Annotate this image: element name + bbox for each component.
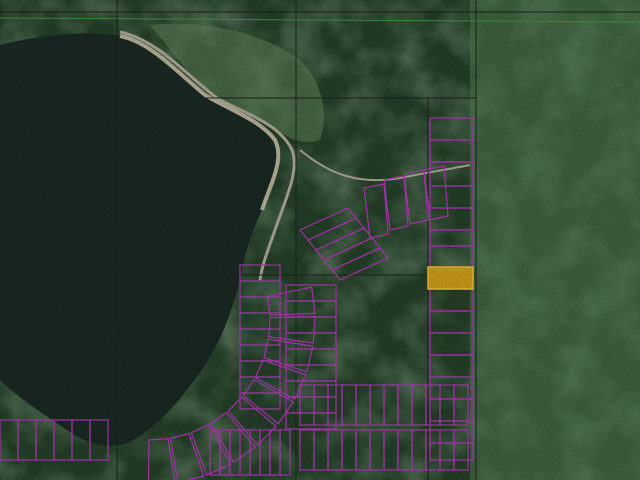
map-canvas[interactable] <box>0 0 640 480</box>
map-view[interactable] <box>0 0 640 480</box>
texture-overlay <box>0 0 640 480</box>
